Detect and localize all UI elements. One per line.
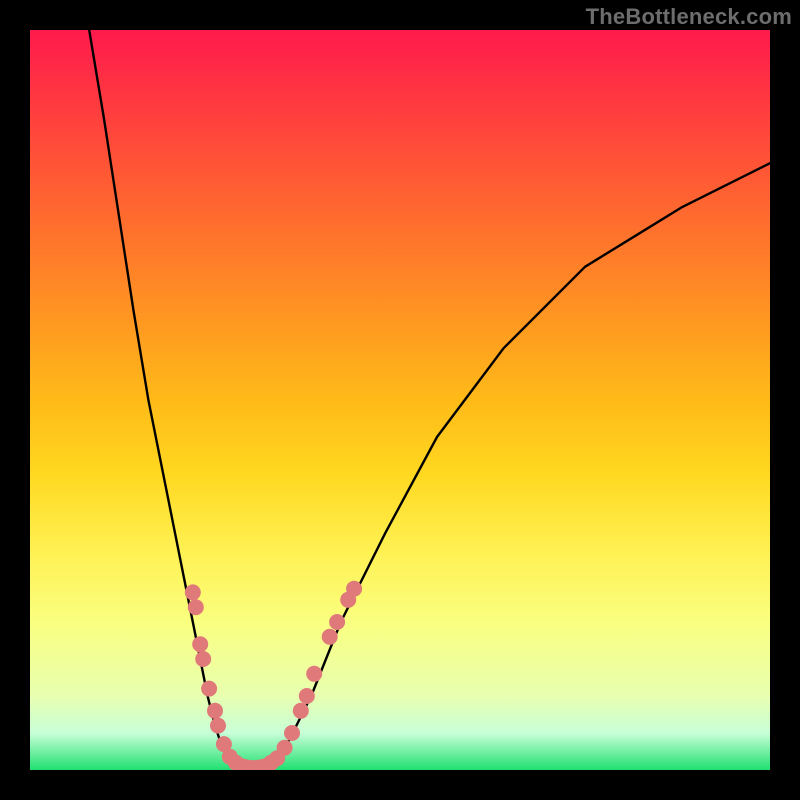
data-marker: [322, 629, 338, 645]
data-marker: [207, 703, 223, 719]
data-marker: [188, 599, 204, 615]
data-marker: [185, 584, 201, 600]
data-marker: [192, 636, 208, 652]
data-marker: [346, 581, 362, 597]
data-markers: [185, 581, 362, 770]
data-marker: [293, 703, 309, 719]
chart-svg: [30, 30, 770, 770]
data-marker: [195, 651, 211, 667]
data-marker: [299, 688, 315, 704]
data-marker: [306, 666, 322, 682]
plot-area: [30, 30, 770, 770]
data-marker: [329, 614, 345, 630]
data-marker: [277, 740, 293, 756]
data-marker: [284, 725, 300, 741]
bottleneck-curve: [89, 30, 770, 770]
data-marker: [201, 681, 217, 697]
data-marker: [210, 718, 226, 734]
chart-frame: TheBottleneck.com: [0, 0, 800, 800]
watermark-text: TheBottleneck.com: [586, 4, 792, 30]
